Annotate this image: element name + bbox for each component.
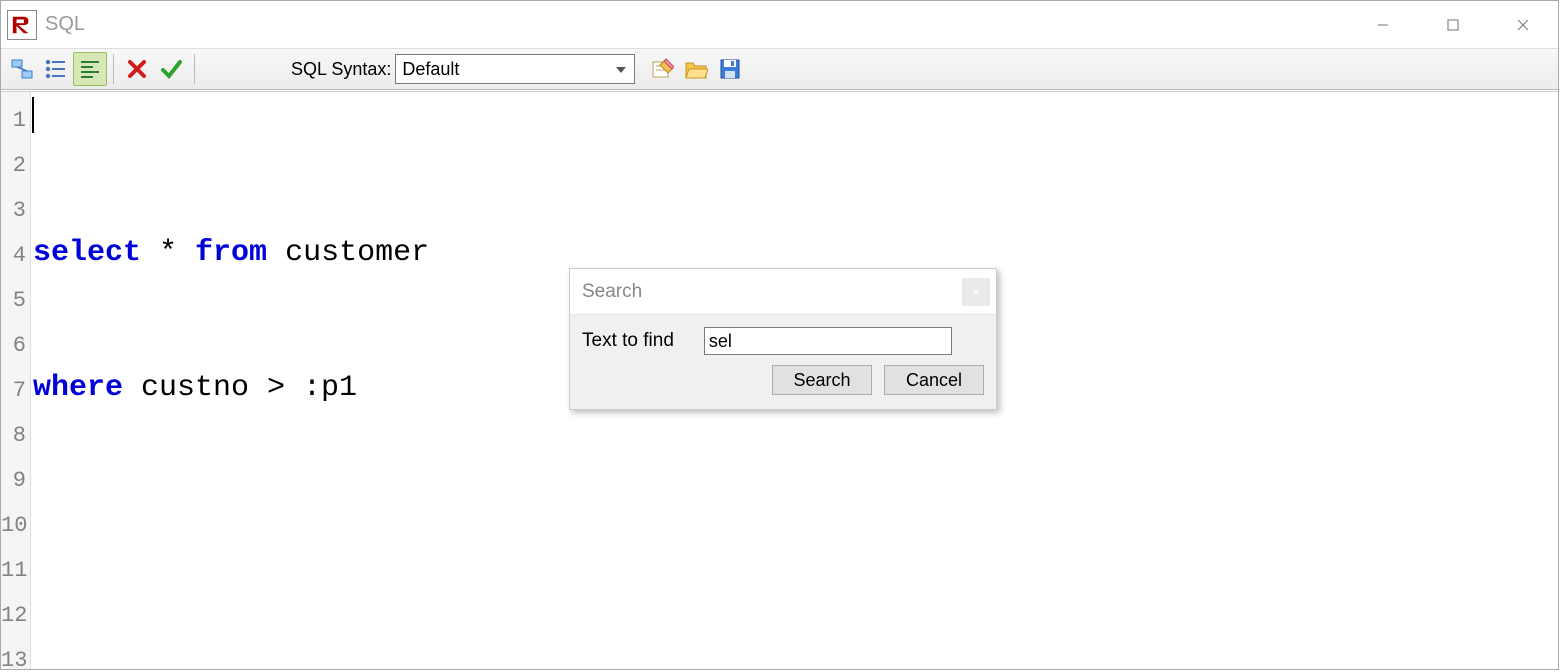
search-dialog: Search × Text to find Search Cancel <box>569 268 997 410</box>
line-number: 8 <box>1 413 26 458</box>
code-text: custno > :p1 <box>123 371 357 405</box>
search-buttons: Search Cancel <box>570 361 996 409</box>
save-icon <box>718 57 742 81</box>
align-left-button[interactable] <box>73 52 107 86</box>
list-icon <box>44 57 68 81</box>
line-number: 2 <box>1 143 26 188</box>
cancel-button[interactable]: Cancel <box>884 365 984 395</box>
save-file-button[interactable] <box>713 52 747 86</box>
toolbar: SQL Syntax: Default <box>1 48 1558 90</box>
line-number: 3 <box>1 188 26 233</box>
line-number: 7 <box>1 368 26 413</box>
x-icon <box>125 57 149 81</box>
list-button[interactable] <box>39 52 73 86</box>
line-number: 1 <box>1 98 26 143</box>
align-left-icon <box>78 57 102 81</box>
sql-syntax-value: Default <box>402 59 459 80</box>
cancel-sql-button[interactable] <box>120 52 154 86</box>
line-number: 6 <box>1 323 26 368</box>
check-icon <box>159 57 183 81</box>
search-close-button[interactable]: × <box>962 278 990 306</box>
text-to-find-label: Text to find <box>582 330 674 352</box>
search-body: Text to find <box>570 315 996 361</box>
accept-sql-button[interactable] <box>154 52 188 86</box>
maximize-button[interactable] <box>1418 1 1488 48</box>
search-titlebar: Search × <box>570 269 996 315</box>
line-number: 13 <box>1 638 26 672</box>
close-button[interactable] <box>1488 1 1558 48</box>
toolbar-separator-2 <box>194 54 195 84</box>
window-title: SQL <box>45 13 85 36</box>
folder-open-icon <box>684 57 708 81</box>
line-number: 9 <box>1 458 26 503</box>
line-gutter: 1 2 3 4 5 6 7 8 9 10 11 12 13 <box>1 92 31 669</box>
open-file-button[interactable] <box>679 52 713 86</box>
keyword: from <box>195 236 267 270</box>
code-text: customer <box>267 236 429 270</box>
search-button[interactable]: Search <box>772 365 872 395</box>
search-title: Search <box>582 281 642 303</box>
sql-window: SQL <box>0 0 1559 670</box>
app-icon <box>7 10 37 40</box>
toolbar-separator-1 <box>113 54 114 84</box>
window-controls <box>1348 1 1558 48</box>
text-to-find-input[interactable] <box>704 327 952 355</box>
line-number: 4 <box>1 233 26 278</box>
close-icon: × <box>972 284 980 300</box>
query-builder-icon <box>10 57 34 81</box>
sql-syntax-label: SQL Syntax: <box>291 59 391 80</box>
sql-syntax-select[interactable]: Default <box>395 54 635 84</box>
line-number: 12 <box>1 593 26 638</box>
text-cursor <box>32 97 34 133</box>
line-number: 11 <box>1 548 26 593</box>
titlebar: SQL <box>1 1 1558 48</box>
code-text: * <box>141 236 195 270</box>
edit-params-button[interactable] <box>645 52 679 86</box>
keyword: where <box>33 371 123 405</box>
line-number: 5 <box>1 278 26 323</box>
line-number: 10 <box>1 503 26 548</box>
query-builder-button[interactable] <box>5 52 39 86</box>
minimize-button[interactable] <box>1348 1 1418 48</box>
edit-icon <box>650 57 674 81</box>
keyword: select <box>33 236 141 270</box>
